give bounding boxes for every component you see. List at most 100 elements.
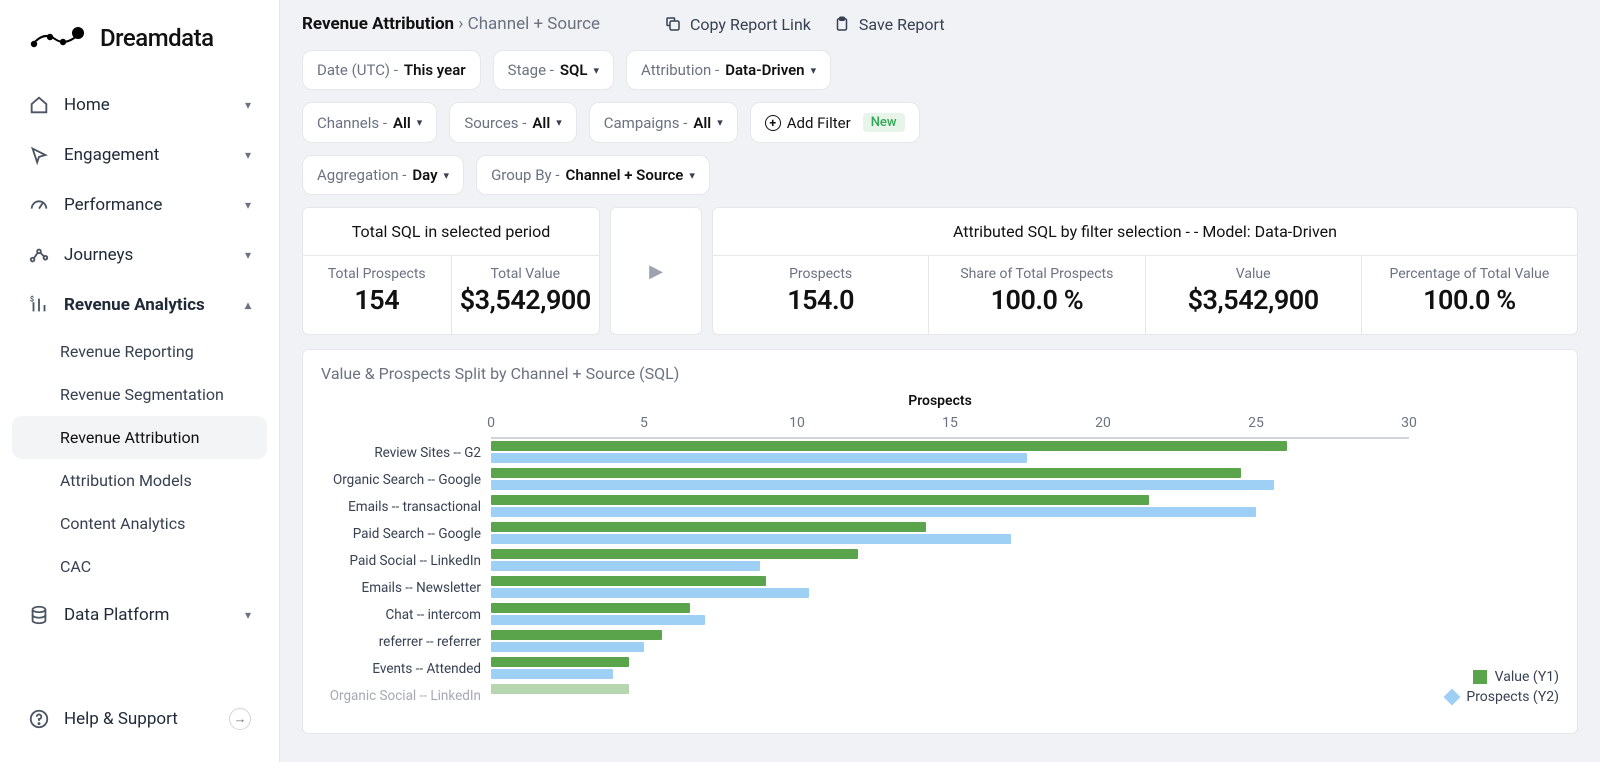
bar-label: Emails -- Newsletter	[321, 580, 491, 596]
cursor-icon	[28, 144, 50, 166]
bar-value[interactable]	[491, 630, 662, 640]
bar-prospects[interactable]	[491, 669, 613, 679]
bar-prospects[interactable]	[491, 588, 809, 598]
brand-name: Dreamdata	[100, 24, 214, 52]
bar-row: Paid Search -- Google	[491, 520, 1409, 547]
square-icon	[1473, 670, 1487, 684]
chevron-down-icon: ▾	[594, 64, 600, 77]
bar-row: Review Sites -- G2	[491, 439, 1409, 466]
stat-share: Share of Total Prospects 100.0 %	[928, 256, 1144, 334]
bar-row: Chat -- intercom	[491, 601, 1409, 628]
filter-channels[interactable]: Channels - All▾	[302, 102, 437, 143]
filter-aggregation[interactable]: Aggregation - Day▾	[302, 155, 464, 195]
axis-tick: 5	[640, 415, 648, 431]
bar-prospects[interactable]	[491, 453, 1027, 463]
chevron-down-icon: ▾	[245, 148, 251, 162]
axis-tick: 25	[1248, 415, 1264, 431]
stat-total-prospects: Total Prospects 154	[303, 256, 451, 334]
chart-title: Value & Prospects Split by Channel + Sou…	[321, 364, 1559, 383]
filter-attribution[interactable]: Attribution - Data-Driven▾	[626, 50, 831, 90]
bar-prospects[interactable]	[491, 642, 644, 652]
bar-label: Paid Social -- LinkedIn	[321, 553, 491, 569]
nav-engagement[interactable]: Engagement ▾	[12, 130, 267, 180]
bar-prospects[interactable]	[491, 480, 1274, 490]
axis-tick: 30	[1401, 415, 1417, 431]
bar-label: Events -- Attended	[321, 661, 491, 677]
axis-tick: 10	[789, 415, 805, 431]
nav-home[interactable]: Home ▾	[12, 80, 267, 130]
bar-prospects[interactable]	[491, 507, 1256, 517]
play-icon: ▶	[649, 261, 663, 282]
add-filter[interactable]: + Add Filter New	[750, 102, 920, 143]
bar-value[interactable]	[491, 468, 1241, 478]
bar-row: Organic Search -- Google	[491, 466, 1409, 493]
bar-row: Events -- Attended	[491, 655, 1409, 682]
chevron-down-icon: ▾	[245, 198, 251, 212]
subnav-attribution-models[interactable]: Attribution Models	[12, 459, 267, 502]
nav-revenue-analytics[interactable]: $ Revenue Analytics ▴	[12, 280, 267, 330]
bar-prospects[interactable]	[491, 534, 1011, 544]
filter-stage[interactable]: Stage - SQL▾	[493, 50, 614, 90]
filter-campaigns[interactable]: Campaigns - All▾	[589, 102, 738, 143]
axis-ticks: 051015202530	[491, 415, 1409, 437]
main: Revenue Attribution › Channel + Source C…	[280, 0, 1600, 762]
bar-row: referrer -- referrer	[491, 628, 1409, 655]
journey-icon	[28, 244, 50, 266]
bar-label: Chat -- intercom	[321, 607, 491, 623]
bar-label: Review Sites -- G2	[321, 445, 491, 461]
home-icon	[28, 94, 50, 116]
total-sql-card: Total SQL in selected period Total Prosp…	[302, 207, 600, 335]
filter-date[interactable]: Date (UTC) - This year	[302, 50, 481, 90]
bar-value[interactable]	[491, 603, 690, 613]
nav-help[interactable]: Help & Support →	[12, 694, 267, 744]
plus-circle-icon: +	[765, 115, 781, 131]
bar-chart-dollar-icon: $	[28, 294, 50, 316]
nav2: Data Platform ▾	[8, 590, 271, 640]
axis-tick: 0	[487, 415, 495, 431]
bar-prospects[interactable]	[491, 561, 760, 571]
axis-tick: 20	[1095, 415, 1111, 431]
card-header: Total SQL in selected period	[303, 208, 599, 256]
arrow-circle-icon: →	[229, 708, 251, 730]
subnav-content-analytics[interactable]: Content Analytics	[12, 502, 267, 545]
chevron-down-icon: ▾	[811, 64, 817, 77]
subnav-revenue-attribution[interactable]: Revenue Attribution	[12, 416, 267, 459]
clipboard-icon	[833, 15, 851, 33]
legend-value: Value (Y1)	[1446, 669, 1559, 685]
save-report[interactable]: Save Report	[833, 15, 945, 34]
bar-value[interactable]	[491, 684, 629, 694]
brand-logo-icon	[30, 27, 86, 49]
bar-label: Emails -- transactional	[321, 499, 491, 515]
bar-label: referrer -- referrer	[321, 634, 491, 650]
play-card[interactable]: ▶	[610, 207, 702, 335]
bar-value[interactable]	[491, 495, 1149, 505]
bar-label: Organic Search -- Google	[321, 472, 491, 488]
bar-value[interactable]	[491, 522, 926, 532]
bar-value[interactable]	[491, 657, 629, 667]
copy-report-link[interactable]: Copy Report Link	[664, 15, 811, 34]
stat-value: Value $3,542,900	[1145, 256, 1361, 334]
nav-performance[interactable]: Performance ▾	[12, 180, 267, 230]
database-icon	[28, 604, 50, 626]
bar-value[interactable]	[491, 549, 858, 559]
bar-row: Organic Social -- LinkedIn	[491, 682, 1409, 709]
bar-prospects[interactable]	[491, 615, 705, 625]
nav-revenue-sub: Revenue Reporting Revenue Segmentation R…	[12, 330, 267, 588]
help-icon	[28, 708, 50, 730]
axis-tick: 15	[942, 415, 958, 431]
nav-journeys[interactable]: Journeys ▾	[12, 230, 267, 280]
bar-label: Paid Search -- Google	[321, 526, 491, 542]
chevron-right-icon: ›	[458, 14, 467, 34]
subnav-cac[interactable]: CAC	[12, 545, 267, 588]
nav-data-platform[interactable]: Data Platform ▾	[12, 590, 267, 640]
chevron-down-icon: ▾	[717, 116, 723, 129]
filter-groupby[interactable]: Group By - Channel + Source▾	[476, 155, 710, 195]
bar-value[interactable]	[491, 576, 766, 586]
bar-value[interactable]	[491, 441, 1287, 451]
bar-row: Emails -- transactional	[491, 493, 1409, 520]
chevron-down-icon: ▾	[556, 116, 562, 129]
subnav-revenue-segmentation[interactable]: Revenue Segmentation	[12, 373, 267, 416]
filter-sources[interactable]: Sources - All▾	[449, 102, 576, 143]
brand: Dreamdata	[8, 18, 271, 80]
subnav-revenue-reporting[interactable]: Revenue Reporting	[12, 330, 267, 373]
